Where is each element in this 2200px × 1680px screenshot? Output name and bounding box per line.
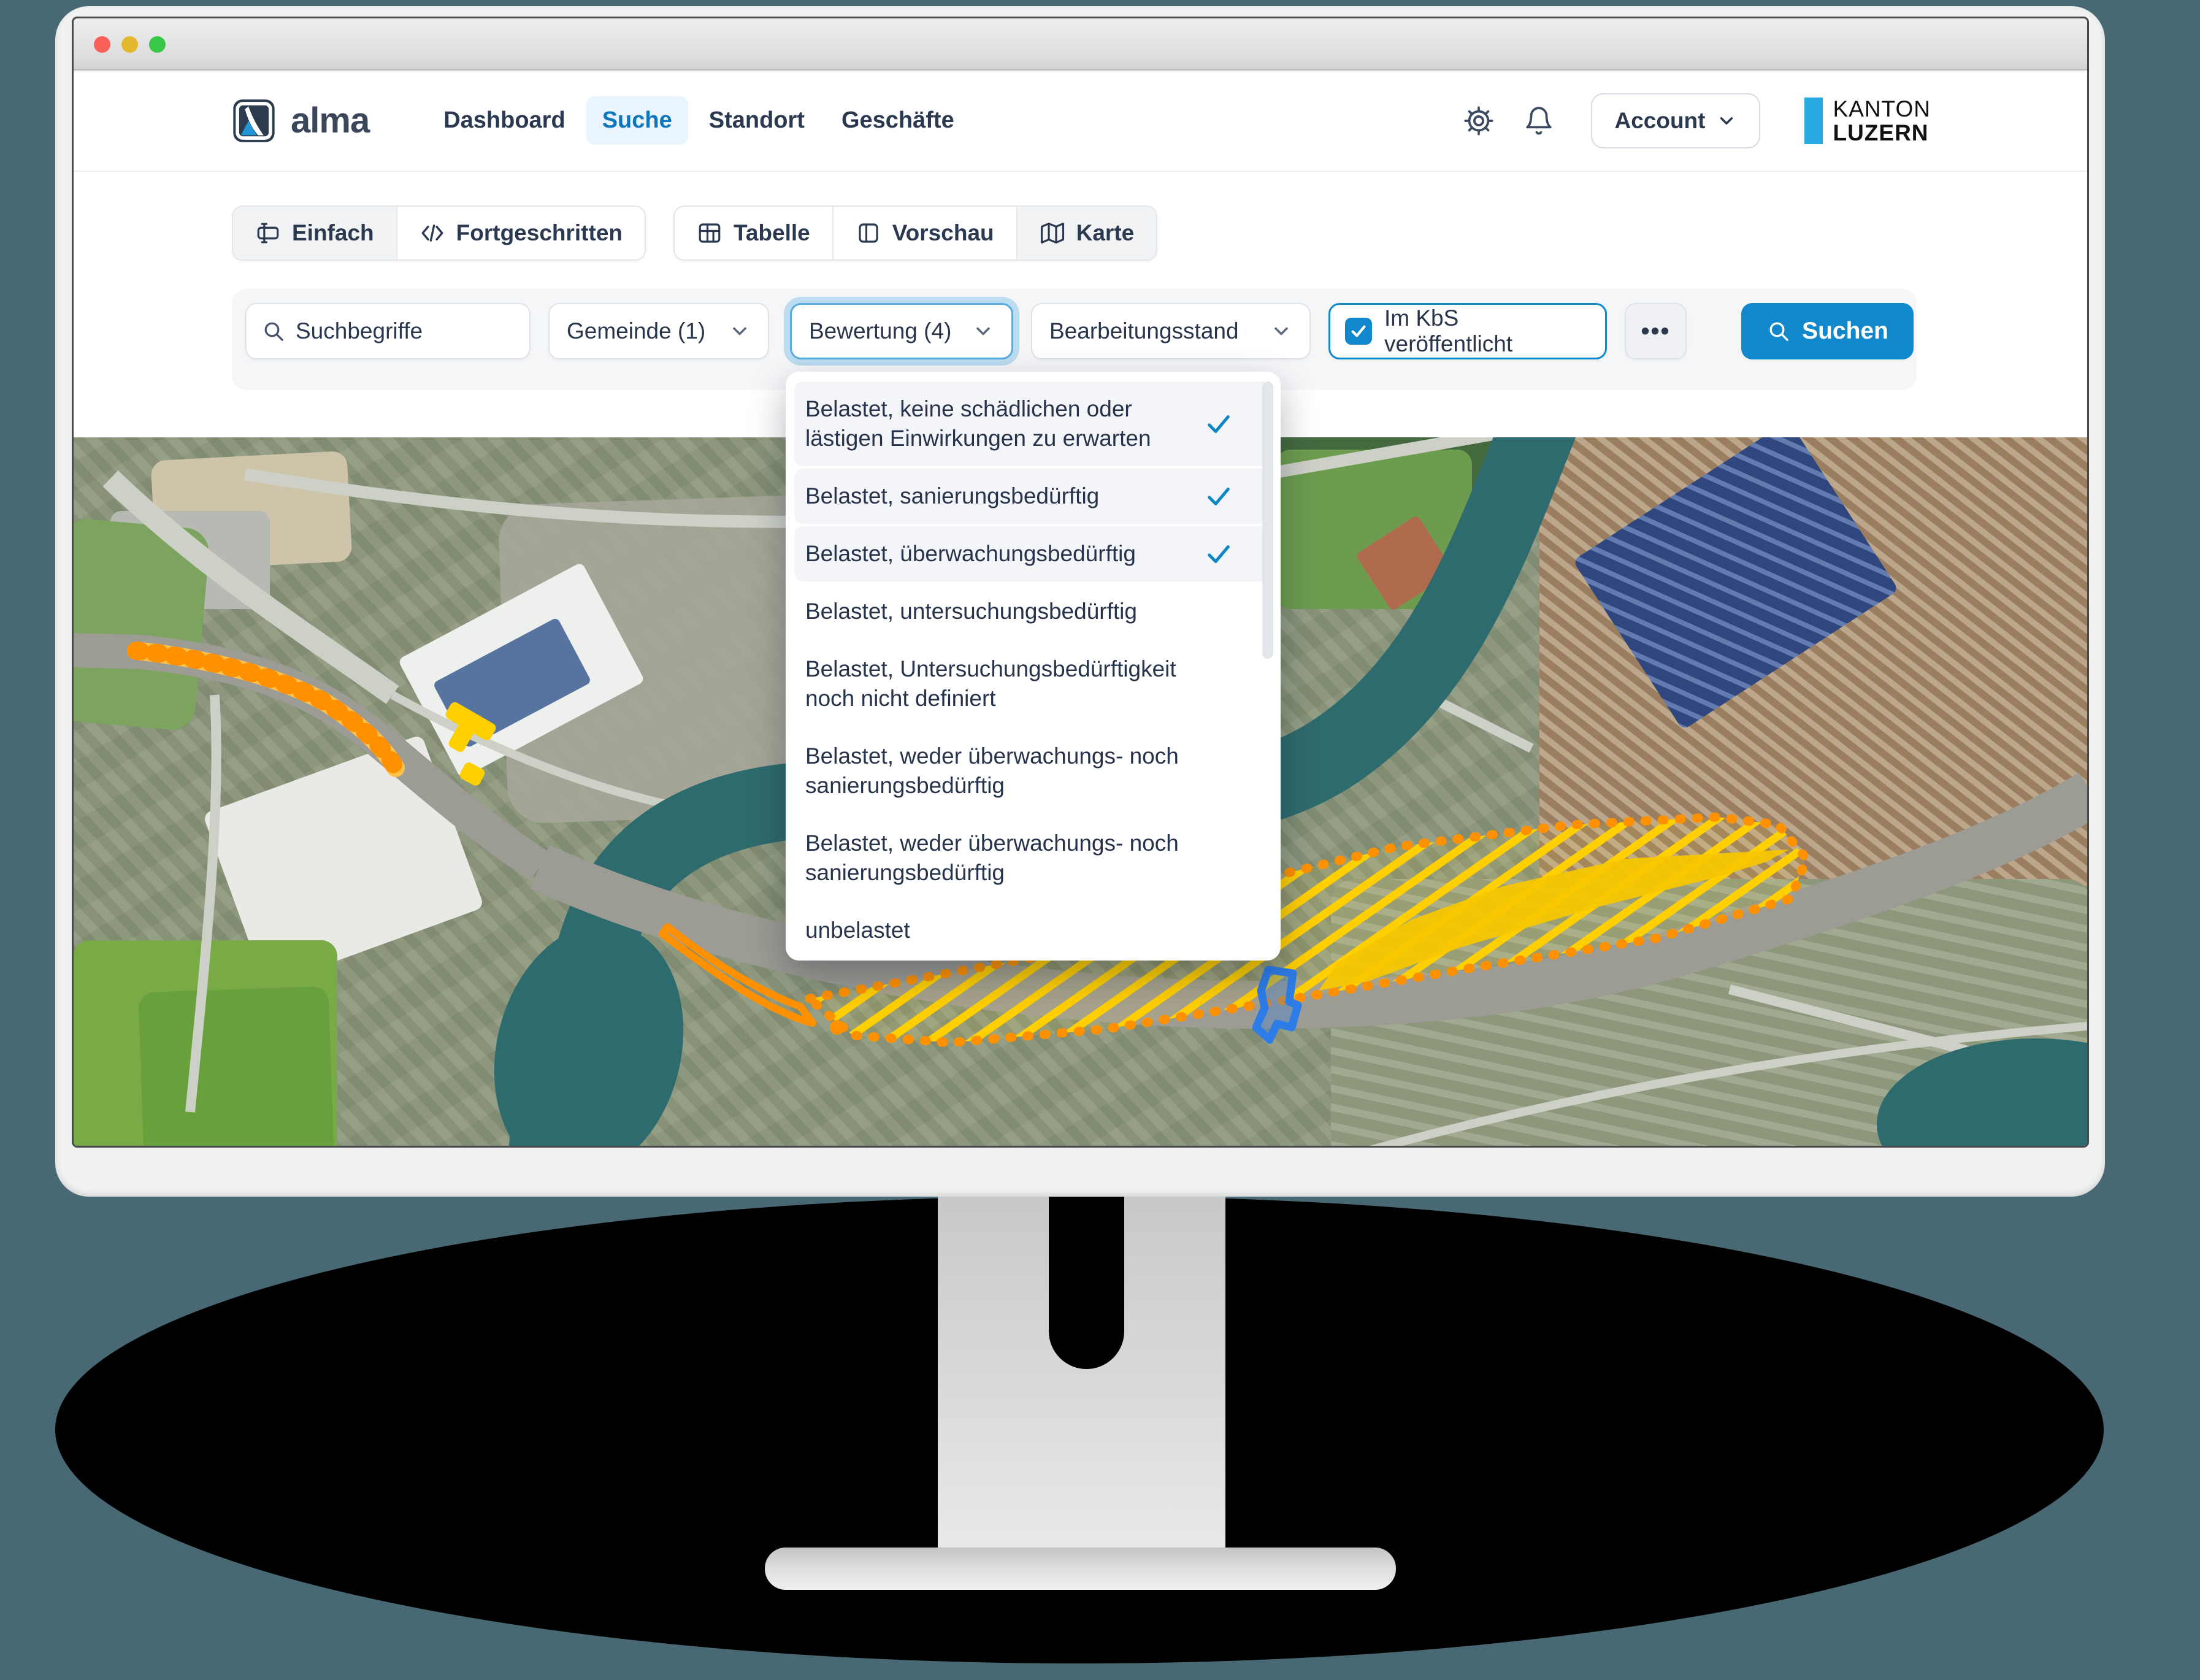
table-icon	[697, 220, 722, 246]
check-icon	[1205, 540, 1233, 568]
mode-einfach-label: Einfach	[292, 220, 374, 246]
dropdown-option[interactable]: Belastet, weder überwachungs- noch sanie…	[794, 816, 1272, 900]
window-close-button[interactable]	[94, 36, 110, 53]
search-submit-label: Suchen	[1802, 318, 1888, 345]
chevron-down-icon	[729, 320, 751, 342]
kanton-text-line2: LUZERN	[1833, 121, 1931, 145]
dropdown-option[interactable]: Belastet, sanierungsbedürftig	[794, 469, 1272, 524]
view-tabelle-label: Tabelle	[734, 220, 810, 246]
code-icon	[420, 220, 445, 246]
brand-logo[interactable]: alma	[232, 98, 369, 144]
view-tabelle-button[interactable]: Tabelle	[675, 207, 834, 259]
more-filters-button[interactable]: •••	[1625, 303, 1687, 359]
kbs-marker-yellow-t[interactable]	[432, 700, 498, 762]
map-lake-corner	[1877, 1038, 2087, 1146]
ellipsis-icon: •••	[1641, 318, 1670, 345]
monitor-stand-neck	[938, 1195, 1225, 1554]
monitor-bezel: alma Dashboard Suche Standort Geschäfte	[55, 6, 2105, 1197]
bewertung-options-dropdown: Belastet, keine schädlichen oder lästige…	[786, 372, 1281, 961]
window-minimize-button[interactable]	[121, 36, 138, 53]
bewertung-filter-dropdown[interactable]: Bewertung (4)	[790, 303, 1013, 359]
kanton-text-line1: KANTON	[1833, 97, 1931, 121]
mode-fortgeschritten-button[interactable]: Fortgeschritten	[397, 207, 645, 259]
kbs-published-label: Im KbS veröffentlicht	[1384, 305, 1590, 357]
view-switch-group: Tabelle Vorschau Karte	[673, 205, 1157, 261]
monitor-stand-base	[765, 1548, 1396, 1590]
kanton-luzern-bar-icon	[1804, 98, 1823, 144]
alma-logo-icon	[232, 98, 276, 144]
mode-einfach-button[interactable]: Einfach	[233, 207, 397, 259]
view-karte-button[interactable]: Karte	[1018, 207, 1157, 259]
brand-name: alma	[291, 100, 369, 141]
notifications-bell-icon[interactable]	[1524, 105, 1554, 136]
page-background: { "brand": { "name": "alma" }, "nav": { …	[0, 0, 2200, 1680]
dropdown-scrollbar[interactable]	[1262, 382, 1273, 659]
search-mode-group: Einfach Fortgeschritten	[232, 205, 646, 261]
kbs-published-checkbox[interactable]: Im KbS veröffentlicht	[1328, 303, 1607, 359]
dropdown-option[interactable]: Belastet, weder überwachungs- noch sanie…	[794, 729, 1272, 813]
bearbeitungsstand-filter-dropdown[interactable]: Bearbeitungsstand	[1031, 303, 1311, 359]
gemeinde-filter-dropdown[interactable]: Gemeinde (1)	[548, 303, 769, 359]
gemeinde-filter-label: Gemeinde (1)	[567, 318, 705, 344]
view-vorschau-label: Vorschau	[892, 220, 994, 246]
header-actions: Account KANTON LUZERN	[1434, 93, 2087, 148]
chevron-down-icon	[972, 320, 994, 342]
kbs-connector-dot	[830, 1020, 845, 1035]
mode-fortgeschritten-label: Fortgeschritten	[456, 220, 623, 246]
browser-window: alma Dashboard Suche Standort Geschäfte	[74, 18, 2087, 1146]
map-marker-blue-arrow[interactable]	[1256, 970, 1298, 1040]
nav-item-geschaefte[interactable]: Geschäfte	[826, 96, 970, 145]
dropdown-option[interactable]: Belastet, untersuchungsbedürftig	[794, 584, 1272, 639]
search-icon	[1766, 319, 1791, 343]
split-panel-icon	[856, 220, 881, 246]
search-submit-button[interactable]: Suchen	[1741, 303, 1914, 359]
search-field[interactable]	[245, 303, 531, 359]
dropdown-option[interactable]: Belastet, keine schädlichen oder lästige…	[794, 382, 1272, 466]
monitor-stand-slot	[1049, 1195, 1124, 1369]
window-titlebar	[74, 18, 2087, 71]
view-vorschau-button[interactable]: Vorschau	[834, 207, 1018, 259]
bearbeitungsstand-filter-label: Bearbeitungsstand	[1049, 318, 1239, 344]
kbs-marker-yellow-small[interactable]	[458, 761, 486, 787]
map-icon	[1040, 220, 1065, 246]
kanton-luzern-logo: KANTON LUZERN	[1804, 97, 1931, 145]
app-header: alma Dashboard Suche Standort Geschäfte	[74, 71, 2087, 172]
chevron-down-icon	[1716, 110, 1737, 131]
checkbox-checked-icon	[1345, 318, 1372, 345]
nav-item-standort[interactable]: Standort	[693, 96, 821, 145]
dropdown-option[interactable]: Belastet, überwachungsbedürftig	[794, 526, 1272, 581]
window-zoom-button[interactable]	[149, 36, 166, 53]
bewertung-filter-label: Bewertung (4)	[809, 318, 951, 344]
dropdown-option[interactable]: unbelastet	[794, 903, 1272, 958]
check-icon	[1205, 482, 1233, 510]
search-input[interactable]	[296, 318, 515, 344]
nav-item-dashboard[interactable]: Dashboard	[427, 96, 581, 145]
account-label: Account	[1614, 108, 1705, 134]
form-input-icon	[255, 220, 281, 246]
view-toolbar: Einfach Fortgeschritten Tabelle	[232, 205, 1157, 261]
chevron-down-icon	[1270, 320, 1292, 342]
view-karte-label: Karte	[1076, 220, 1135, 246]
search-icon	[261, 319, 286, 343]
dropdown-option[interactable]: Belastet, Untersuchungsbedürftigkeit noc…	[794, 642, 1272, 726]
account-menu-button[interactable]: Account	[1591, 93, 1760, 148]
nav-item-suche[interactable]: Suche	[586, 96, 688, 145]
settings-gear-icon[interactable]	[1463, 105, 1494, 136]
main-nav: Dashboard Suche Standort Geschäfte	[427, 96, 970, 145]
check-icon	[1205, 410, 1233, 438]
